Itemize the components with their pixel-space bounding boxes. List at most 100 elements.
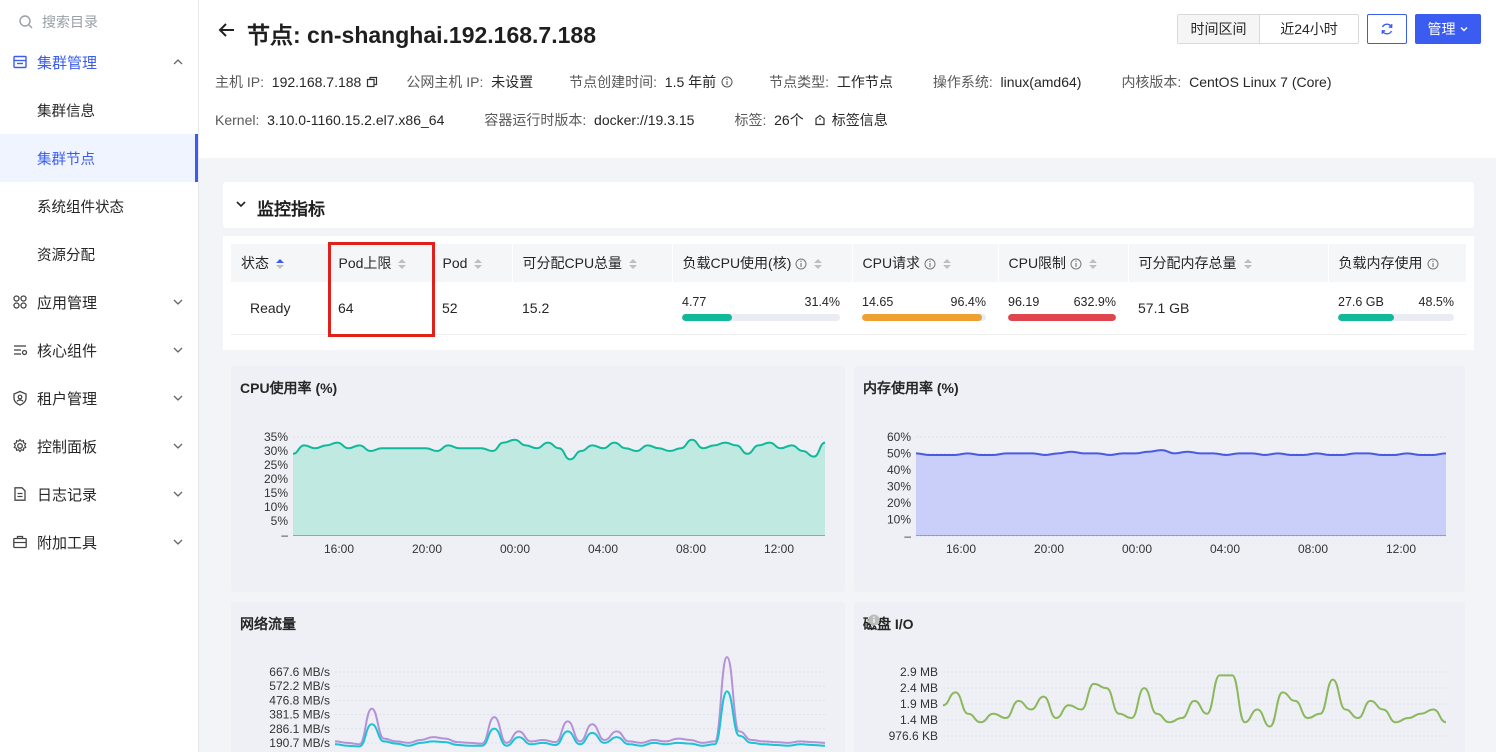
sidebar-group-apps[interactable]: 应用管理 [0,278,198,326]
y-tick-label: 286.1 MB/s [269,722,330,736]
memory-chart-card: 内存使用率 (%) 60% 50% 40% 30% 20% 10% –16:00 20:00 0… [854,366,1465,592]
cpu-request-track [862,313,986,321]
refresh-button[interactable] [1367,14,1407,44]
y-tick-label: 190.7 MB/s [269,736,330,750]
sidebar-item-cluster-info[interactable]: 集群信息 [0,86,198,134]
cell-cpu-usage: 4.77 31.4% [672,282,852,335]
cell-pod: 52 [432,282,512,335]
x-tick-label: 08:00 [676,542,706,556]
time-range-value[interactable]: 近24小时 [1260,15,1358,43]
sidebar-item-label: 集群信息 [37,103,95,120]
sidebar-group-label: 控制面板 [37,438,98,456]
sidebar-group-tools[interactable]: 附加工具 [0,518,198,566]
kernel-version-value: CentOS Linux 7 (Core) [1189,74,1332,90]
sidebar-item-cluster-nodes[interactable]: 集群节点 [0,134,198,182]
chevron-down-icon [173,443,183,449]
col-cpu-request[interactable]: CPU请求 [852,244,999,282]
copy-icon[interactable] [366,76,378,88]
x-tick-label: 20:00 [412,542,442,556]
y-tick-label: 976.6 KB [889,729,938,743]
y-tick-label: 10% [264,500,288,514]
cluster-icon [12,54,28,70]
time-range-selector[interactable]: 时间区间 近24小时 [1177,14,1359,44]
y-tick-label: 1.9 MB [900,697,938,711]
series-line [334,690,826,748]
info-icon [1427,258,1438,270]
x-tick-label: 04:00 [1210,542,1240,556]
col-cpu-limit[interactable]: CPU限制 [998,244,1129,282]
cpu-limit-value: 96.19 [1008,294,1040,309]
y-tick-label: 20% [264,472,288,486]
col-label: Pod [442,255,468,271]
sidebar-group-cluster[interactable]: 集群管理 [0,38,198,86]
public-ip-value: 未设置 [491,74,534,90]
chevron-down-icon [173,347,183,353]
sidebar-item-component-status[interactable]: 系统组件状态 [0,182,198,230]
sidebar-group-label: 附加工具 [37,534,98,552]
area-fill [916,450,1446,535]
cell-status: Ready [231,282,328,335]
y-tick-label: 40% [887,463,911,477]
sidebar-group-control-panel[interactable]: 控制面板 [0,422,198,470]
sort-icon [1243,259,1252,270]
kernel-version: 内核版本: CentOS Linux 7 (Core) [1121,72,1331,92]
sidebar: 搜索目录 集群管理 集群信息 集群节点 系统组件状态 资源分配 应用管理 核心组… [0,0,199,752]
col-cpu-usage[interactable]: 负载CPU使用(核) [672,244,853,282]
kernel-label: Kernel: [215,112,260,128]
host-ip-label: 主机 IP: [215,74,265,90]
y-tick-label: 5% [271,514,289,528]
col-label: 可分配CPU总量 [522,255,623,271]
cpu-request-bar [862,313,982,321]
x-tick-label: 16:00 [946,542,976,556]
refresh-icon [1381,23,1393,35]
disk-io-chart: 2.9 MB 2.4 MB 1.9 MB 1.4 MB 976.6 KB [889,665,1447,743]
sidebar-group-logs[interactable]: 日志记录 [0,470,198,518]
tags-link[interactable]: 标签信息 [832,110,888,130]
info-icon [1070,258,1082,270]
col-pod[interactable]: Pod [432,244,513,282]
memory-usage-chart: 60% 50% 40% 30% 20% 10% – 16:00 20:00 00:00 04:00 0… [887,430,1447,556]
chevron-down-icon [236,201,246,208]
search-box[interactable]: 搜索目录 [18,12,98,32]
runtime-label: 容器运行时版本: [484,112,587,128]
sidebar-group-components[interactable]: 核心组件 [0,326,198,374]
tags-value: 26个 [774,112,804,128]
kernel-value: 3.10.0-1160.15.2.el7.x86_64 [267,112,445,128]
host-ip-value: 192.168.7.188 [271,74,362,90]
info-row-2: Kernel: 3.10.0-1160.15.2.el7.x86_64 容器运行… [215,110,888,130]
sidebar-item-label: 资源分配 [37,247,95,264]
back-arrow-icon[interactable] [217,20,237,40]
cpu-request-value: 14.65 [862,294,894,309]
highlight-box [328,242,435,337]
col-mem-usage[interactable]: 负载内存使用 [1328,244,1467,282]
chevron-down-icon [173,491,183,497]
x-tick-label: 00:00 [1122,542,1152,556]
y-tick-label: 35% [264,430,288,444]
sidebar-group-label: 日志记录 [37,486,98,504]
cpu-request-pct: 96.4% [950,294,986,309]
disk-chart-card: 磁盘 I/O 2.9 MB 2.4 MB 1.9 MB 1.4 MB 976.6 KB [854,602,1465,752]
y-tick-label: 667.6 MB/s [269,665,330,679]
cpu-usage-track [682,313,840,321]
sidebar-group-tenant[interactable]: 租户管理 [0,374,198,422]
monitor-section-header[interactable]: 监控指标 [223,182,1474,228]
info-icon[interactable] [721,76,733,88]
mem-usage-bar [1338,313,1395,321]
manage-button[interactable]: 管理 [1415,14,1481,44]
y-tick-label: 1.4 MB [900,713,938,727]
y-tick-label: 15% [264,486,288,500]
search-placeholder: 搜索目录 [42,14,98,30]
created-value: 1.5 年前 [664,74,717,90]
col-status[interactable]: 状态 [231,244,329,282]
tag-icon [814,114,826,126]
y-tick-label: – [904,529,911,543]
info-icon [924,258,936,270]
node-type: 节点类型: 工作节点 [769,72,893,92]
type-label: 节点类型: [769,74,830,90]
col-alloc-cpu[interactable]: 可分配CPU总量 [512,244,673,282]
col-alloc-mem[interactable]: 可分配内存总量 [1128,244,1329,282]
public-ip: 公网主机 IP: 未设置 [406,72,533,92]
host-ip: 主机 IP: 192.168.7.188 [215,72,378,92]
mem-usage-pct: 48.5% [1418,294,1454,309]
sidebar-item-resource-allocation[interactable]: 资源分配 [0,230,198,278]
